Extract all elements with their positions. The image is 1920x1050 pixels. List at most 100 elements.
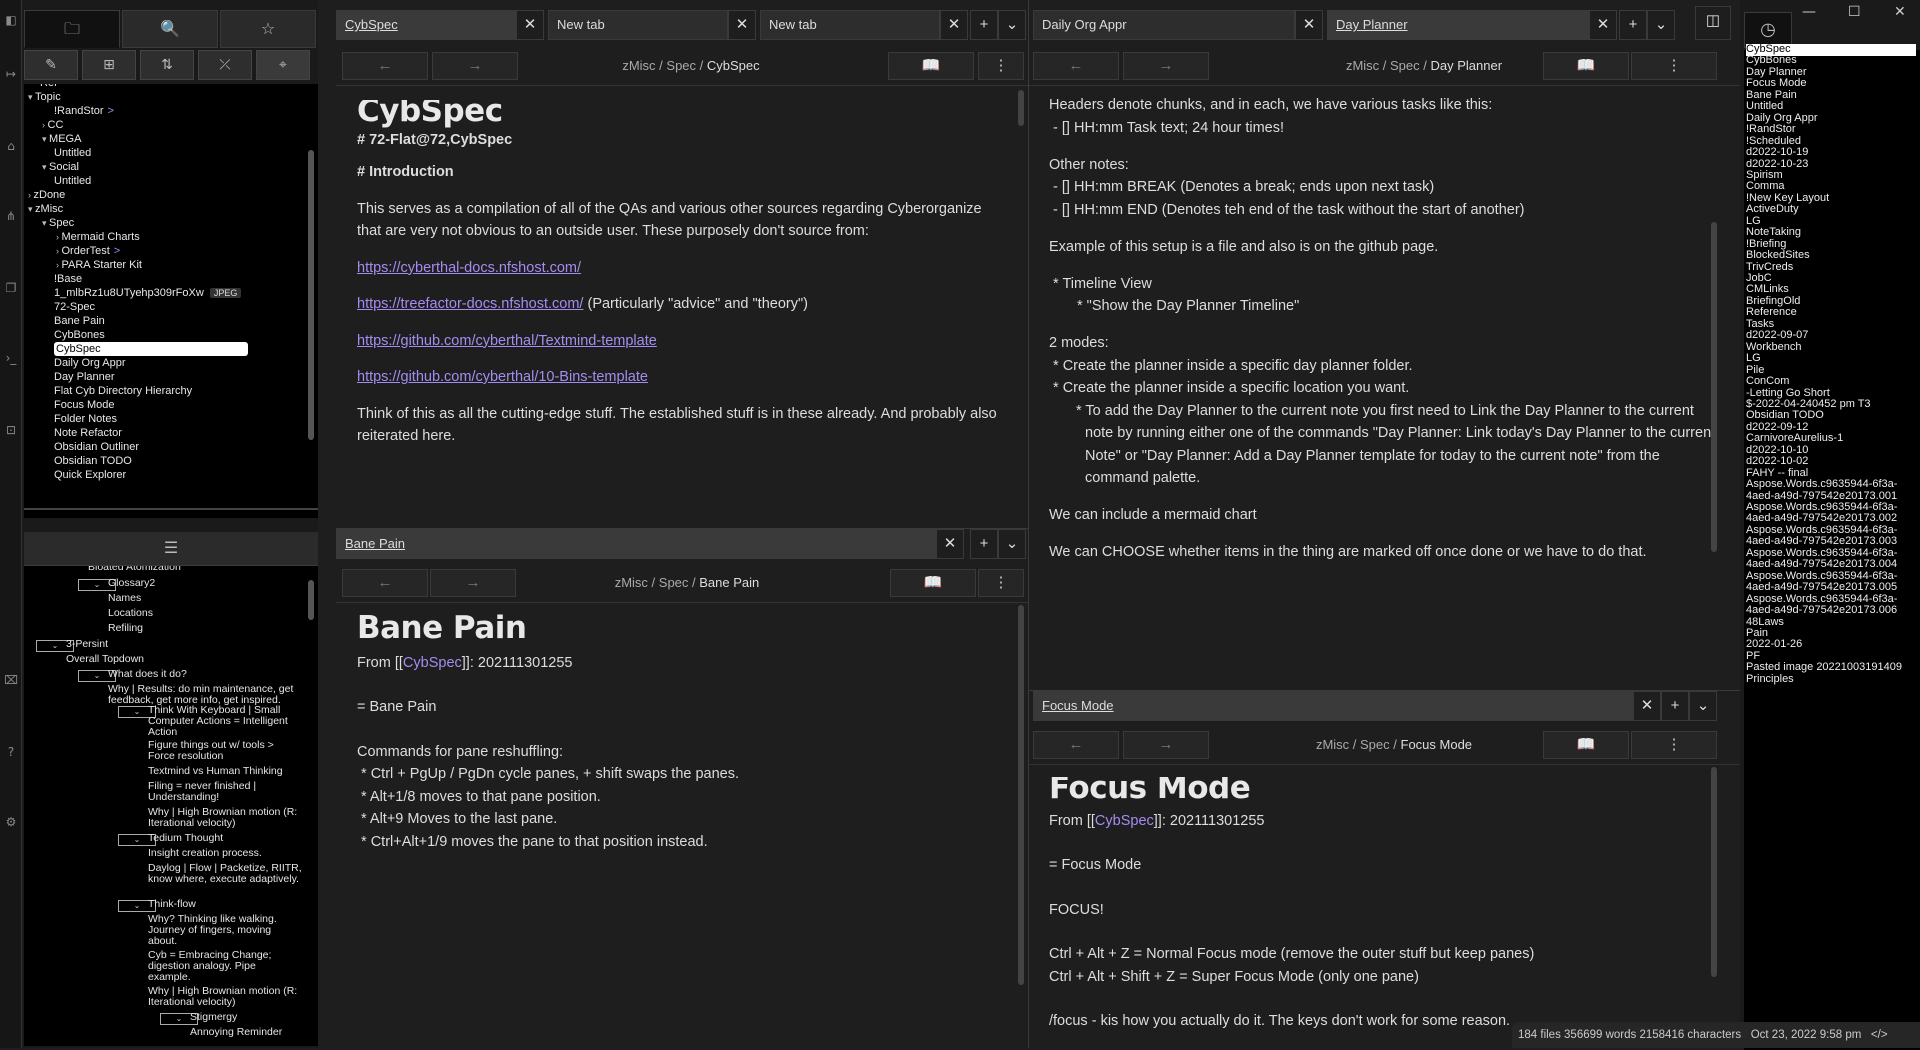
outline-item[interactable]: Why | High Brownian motion (R: Iteration… [148,986,298,1008]
recent-file-item[interactable]: Aspose.Words.c9635944-6f3a- [1746,479,1897,491]
outline-item[interactable]: Why? Thinking like walking. Journey of f… [148,914,298,947]
forward-button[interactable]: → [430,569,516,597]
internal-link[interactable]: CybSpec [1095,813,1154,829]
file-tree-scrollbar[interactable] [308,150,314,440]
tree-item[interactable]: !Base [54,272,82,286]
outline-item[interactable]: Cyb = Embracing Change; digestion analog… [148,950,298,983]
recent-file-item[interactable]: ConCom [1746,376,1789,388]
scrollbar[interactable] [1018,90,1024,126]
scrollbar[interactable] [1018,605,1024,985]
tree-item[interactable]: › zDone [28,188,65,202]
tree-item[interactable]: Obsidian Outliner [54,440,139,454]
tab-daily-org-appr[interactable]: Daily Org Appr [1033,10,1295,40]
outline-item[interactable]: Why | High Brownian motion (R: Iteration… [148,807,298,829]
tree-item[interactable]: 1_mlbRz1u8UTyehp309rFoXw JPEG [54,286,242,300]
reading-view-button[interactable]: 📖 [890,569,976,597]
tree-item[interactable]: Focus Mode [54,398,115,412]
chevron-down-icon[interactable]: ▾ [42,134,49,144]
back-button[interactable]: ← [342,569,428,597]
external-link[interactable]: https://github.com/cyberthal/Textmind-te… [357,333,657,349]
outline-item[interactable]: Names [108,593,258,604]
settings-icon[interactable]: ⚙ [3,814,19,830]
tab-day-planner[interactable]: Day Planner [1327,10,1589,40]
outline-item[interactable]: Filing = never finished | Understanding! [148,781,298,803]
tree-item[interactable]: ▾ Topic [28,90,61,104]
reading-view-button[interactable]: 📖 [1543,731,1629,759]
outline-item[interactable]: Textmind vs Human Thinking [148,766,298,777]
crumb-folder[interactable]: Spec [1390,58,1420,73]
chevron-down-icon[interactable]: ▾ [28,92,35,102]
close-tab-button[interactable]: ✕ [1633,691,1661,721]
crumb-folder[interactable]: zMisc [615,575,648,590]
chevron-down-icon[interactable]: ▾ [28,204,35,214]
new-tab-button[interactable]: + [1619,10,1647,40]
collapse-sidebar-icon[interactable]: ◧ [3,12,19,28]
more-options-button[interactable]: ⋮ [1631,52,1717,80]
calendar-icon[interactable]: ⌂ [3,138,19,154]
close-tab-button[interactable]: ✕ [936,529,964,559]
back-button[interactable]: ← [1033,731,1119,759]
sort-button[interactable]: ⇅ [140,50,194,80]
search-tab[interactable]: 🔍 [122,10,218,48]
more-options-button[interactable]: ⋮ [978,52,1024,80]
tab-bane-pain[interactable]: Bane Pain [336,529,936,559]
outline-item[interactable]: Locations [108,608,258,619]
tree-item[interactable]: CybBones [54,328,105,342]
outline-item[interactable]: Refiling [108,623,258,634]
more-options-button[interactable]: ⋮ [978,569,1024,597]
more-options-button[interactable]: ⋮ [1631,731,1717,759]
reading-view-button[interactable]: 📖 [1543,52,1629,80]
tree-item[interactable]: Obsidian TODO [54,454,132,468]
new-tab-button[interactable]: + [970,529,998,559]
tab-cybspec[interactable]: CybSpec [336,10,516,40]
recent-file-item[interactable]: BlockedSites [1746,250,1810,262]
locate-file-button[interactable]: ⌖ [256,50,310,80]
outline-item[interactable]: Annoying Reminder [190,1027,310,1038]
tree-item[interactable]: !RandStor > [54,104,114,118]
crumb-folder[interactable]: Spec [659,575,689,590]
close-tab-button[interactable]: ✕ [516,10,544,40]
outline-item[interactable]: Stigmergy [190,1012,310,1023]
file-explorer-tab[interactable]: 🗀 [24,10,120,48]
tab-focus-mode[interactable]: Focus Mode [1033,691,1633,721]
tree-item[interactable]: › PARA Starter Kit [56,258,142,272]
forward-button[interactable]: → [1123,731,1209,759]
tree-item[interactable]: ▾ Spec [42,216,74,230]
tree-item[interactable]: Daily Org Appr [54,356,126,370]
outline-scrollbar[interactable] [308,580,314,620]
tab-list-button[interactable]: ⌄ [1647,10,1675,40]
sidebar-split-handle[interactable] [24,508,318,518]
close-tab-button[interactable]: ✕ [728,10,756,40]
new-tab-button[interactable]: + [970,10,998,40]
forward-button[interactable]: → [432,52,518,80]
crumb-folder[interactable]: Spec [666,58,696,73]
toggle-right-sidebar-button[interactable]: ◫ [1695,6,1731,40]
recent-file-item[interactable]: !RandStor [1746,124,1796,136]
collapse-all-button[interactable]: ⤫ [198,50,252,80]
recent-file-item[interactable]: NoteTaking [1746,227,1801,239]
back-button[interactable]: ← [1033,52,1119,80]
tree-item[interactable]: Flat Cyb Directory Hierarchy [54,384,192,398]
external-link[interactable]: https://cyberthal-docs.nfshost.com/ [357,260,581,276]
recent-file-item[interactable]: Principles [1746,673,1794,686]
back-button[interactable]: ← [342,52,428,80]
templates-icon[interactable]: ⊡ [3,422,19,438]
new-tab-button[interactable]: + [1661,691,1689,721]
tree-item[interactable]: 72-Spec [54,300,95,314]
crumb-folder[interactable]: Spec [1360,737,1390,752]
tree-item[interactable]: Bane Pain [54,314,105,328]
tab-list-button[interactable]: ⌄ [1689,691,1717,721]
scrollbar[interactable] [1711,222,1717,552]
tree-item[interactable]: › Mermaid Charts [56,230,140,244]
new-folder-button[interactable]: ⊞ [82,50,136,80]
recent-file-item[interactable]: 4aed-a49d-797542e20173.006 [1746,605,1897,617]
crumb-folder[interactable]: zMisc [622,58,655,73]
terminal-icon[interactable]: ›_ [3,350,19,366]
crumb-folder[interactable]: zMisc [1316,737,1349,752]
close-tab-button[interactable]: ✕ [1589,10,1617,40]
tree-item[interactable]: Folder Notes [54,412,117,426]
tree-item[interactable]: Day Planner [54,370,115,384]
code-icon[interactable]: </> [1871,1029,1888,1041]
tree-item[interactable]: Note Refactor [54,426,122,440]
open-switcher-icon[interactable]: ↦ [3,66,19,82]
